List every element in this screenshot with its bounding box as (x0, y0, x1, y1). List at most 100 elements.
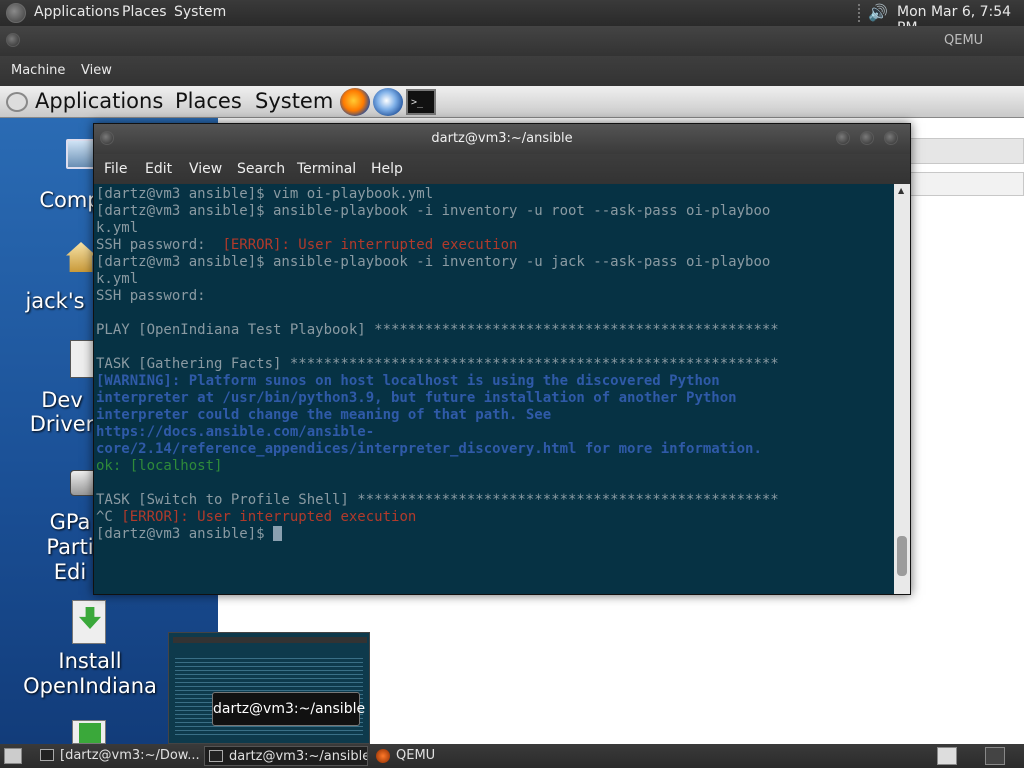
taskbar-item-label: QEMU (396, 748, 436, 763)
terminal-menu-terminal[interactable]: Terminal (297, 161, 356, 177)
terminal-cursor (273, 526, 283, 541)
taskbar-item-qemu[interactable]: QEMU (372, 746, 452, 766)
terminal-line: [dartz@vm3 ansible]$ vim oi-playbook.yml (96, 186, 433, 203)
terminal-icon (209, 750, 223, 762)
guest-menu-places[interactable]: Places (175, 89, 242, 113)
host-taskbar: [dartz@vm3:~/Dow... dartz@vm3:~/ansible … (0, 744, 1024, 768)
terminal-launcher-icon[interactable]: >_ (406, 89, 436, 115)
terminal-menubar: File Edit View Search Terminal Help (94, 154, 910, 184)
terminal-menu-file[interactable]: File (104, 161, 127, 177)
guest-top-panel: Applications Places System >_ (0, 86, 1024, 118)
terminal-scrollbar[interactable]: ▲ (894, 184, 910, 594)
host-top-panel: Applications Places System 🔊 Mon Mar 6, … (0, 0, 1024, 36)
terminal-text: k.yml (96, 220, 139, 236)
terminal-text: [dartz@vm3 ansible]$ ansible-playbook -i… (96, 254, 771, 270)
qemu-window-titlebar[interactable]: QEMU (0, 26, 1024, 56)
terminal-text: k.yml (96, 271, 139, 287)
install-openindiana-icon[interactable] (72, 600, 106, 644)
taskbar-item-label: [dartz@vm3:~/Dow... (60, 748, 200, 763)
qemu-icon (376, 749, 390, 763)
terminal-line: core/2.14/reference_appendices/interpret… (96, 441, 762, 458)
qemu-menu-view[interactable]: View (81, 63, 112, 78)
desktop-label-install[interactable]: Install OpenIndiana (8, 649, 172, 699)
scroll-up-arrow-icon[interactable]: ▲ (898, 186, 904, 195)
terminal-line: https://docs.ansible.com/ansible- (96, 424, 374, 441)
terminal-text: interpreter at /usr/bin/python3.9, but f… (96, 390, 737, 406)
terminal-line: TASK [Switch to Profile Shell] *********… (96, 492, 779, 509)
terminal-line: [dartz@vm3 ansible]$ ansible-playbook -i… (96, 254, 770, 271)
terminal-line: SSH password: (96, 288, 206, 305)
thumbnail-titlebar (173, 637, 367, 643)
taskbar-item-downloads-terminal[interactable]: [dartz@vm3:~/Dow... (36, 746, 202, 766)
terminal-menu-view[interactable]: View (189, 161, 222, 177)
firefox-icon[interactable] (340, 88, 370, 116)
openindiana-logo-icon[interactable] (6, 92, 28, 112)
window-menu-icon[interactable] (6, 33, 20, 47)
terminal-text: [dartz@vm3 ansible]$ (96, 526, 274, 542)
terminal-line: [dartz@vm3 ansible]$ (96, 526, 283, 543)
terminal-text: SSH password: (96, 237, 223, 253)
terminal-scrollbar-thumb[interactable] (897, 536, 907, 576)
terminal-text: [ERROR]: User interrupted execution (222, 237, 518, 253)
taskbar-item-label: dartz@vm3:~/ansible (229, 749, 368, 764)
terminal-text: [dartz@vm3 ansible]$ vim oi-playbook.yml (96, 186, 434, 202)
terminal-text: interpreter could change the meaning of … (96, 407, 552, 423)
close-icon[interactable] (884, 131, 898, 145)
openindiana-logo-icon[interactable] (6, 3, 26, 23)
terminal-text: ok: [localhost] (96, 458, 223, 474)
host-menu-system[interactable]: System (174, 4, 226, 20)
terminal-menu-help[interactable]: Help (371, 161, 403, 177)
terminal-window-menu-icon[interactable] (100, 131, 114, 145)
show-desktop-icon[interactable] (4, 748, 22, 764)
minimize-icon[interactable] (836, 131, 850, 145)
qemu-window-title: QEMU (944, 33, 984, 48)
terminal-text: [WARNING]: Platform sunos on host localh… (96, 373, 720, 389)
taskbar-item-ansible-terminal[interactable]: dartz@vm3:~/ansible (204, 746, 368, 766)
qemu-menu-machine[interactable]: Machine (11, 63, 65, 78)
host-menu-applications[interactable]: Applications (34, 4, 120, 20)
terminal-line: k.yml (96, 220, 138, 237)
volume-icon[interactable]: 🔊 (868, 3, 888, 22)
terminal-text: core/2.14/reference_appendices/interpret… (96, 441, 762, 457)
desktop-icon-partial[interactable] (72, 720, 106, 744)
computer-icon[interactable] (66, 139, 96, 169)
terminal-text: ^C (96, 509, 122, 525)
guest-menu-system[interactable]: System (255, 89, 333, 113)
terminal-text: PLAY [OpenIndiana Test Playbook] *******… (96, 322, 779, 338)
terminal-line: k.yml (96, 271, 138, 288)
maximize-icon[interactable] (860, 131, 874, 145)
terminal-titlebar[interactable]: dartz@vm3:~/ansible (94, 124, 910, 154)
host-menu-places[interactable]: Places (122, 4, 167, 20)
terminal-menu-edit[interactable]: Edit (145, 161, 172, 177)
guest-display[interactable]: Applications Places System >_ Comp jack'… (0, 86, 1024, 744)
terminal-text: SSH password: (96, 288, 206, 304)
terminal-menu-search[interactable]: Search (237, 161, 285, 177)
qemu-menubar: Machine View (0, 56, 1024, 86)
terminal-line: [dartz@vm3 ansible]$ ansible-playbook -i… (96, 203, 770, 220)
workspace-switcher-1[interactable] (937, 747, 957, 765)
background-window-field (908, 172, 1024, 196)
window-tooltip: dartz@vm3:~/ansible (212, 692, 365, 726)
terminal-output[interactable]: [dartz@vm3 ansible]$ vim oi-playbook.yml… (94, 184, 894, 594)
terminal-line: interpreter could change the meaning of … (96, 407, 551, 424)
terminal-text: [ERROR]: User interrupted execution (121, 509, 417, 525)
guest-menu-applications[interactable]: Applications (35, 89, 163, 113)
download-arrow-icon (79, 723, 101, 743)
window-preview-thumbnail[interactable] (168, 632, 370, 744)
terminal-title: dartz@vm3:~/ansible (431, 131, 573, 146)
background-window-toolbar (908, 138, 1024, 164)
thunderbird-icon[interactable] (373, 88, 403, 116)
desktop-label-home[interactable]: jack's (10, 289, 100, 313)
terminal-window[interactable]: dartz@vm3:~/ansible File Edit View Searc… (93, 123, 911, 595)
terminal-text: TASK [Gathering Facts] *****************… (96, 356, 779, 372)
terminal-line: PLAY [OpenIndiana Test Playbook] *******… (96, 322, 779, 339)
terminal-line: ^C [ERROR]: User interrupted execution (96, 509, 416, 526)
terminal-line: interpreter at /usr/bin/python3.9, but f… (96, 390, 737, 407)
workspace-switcher-2[interactable] (985, 747, 1005, 765)
terminal-text: https://docs.ansible.com/ansible- (96, 424, 375, 440)
panel-separator (858, 4, 860, 22)
terminal-text: [dartz@vm3 ansible]$ ansible-playbook -i… (96, 203, 771, 219)
terminal-line: ok: [localhost] (96, 458, 222, 475)
terminal-line: TASK [Gathering Facts] *****************… (96, 356, 779, 373)
terminal-line: [WARNING]: Platform sunos on host localh… (96, 373, 720, 390)
